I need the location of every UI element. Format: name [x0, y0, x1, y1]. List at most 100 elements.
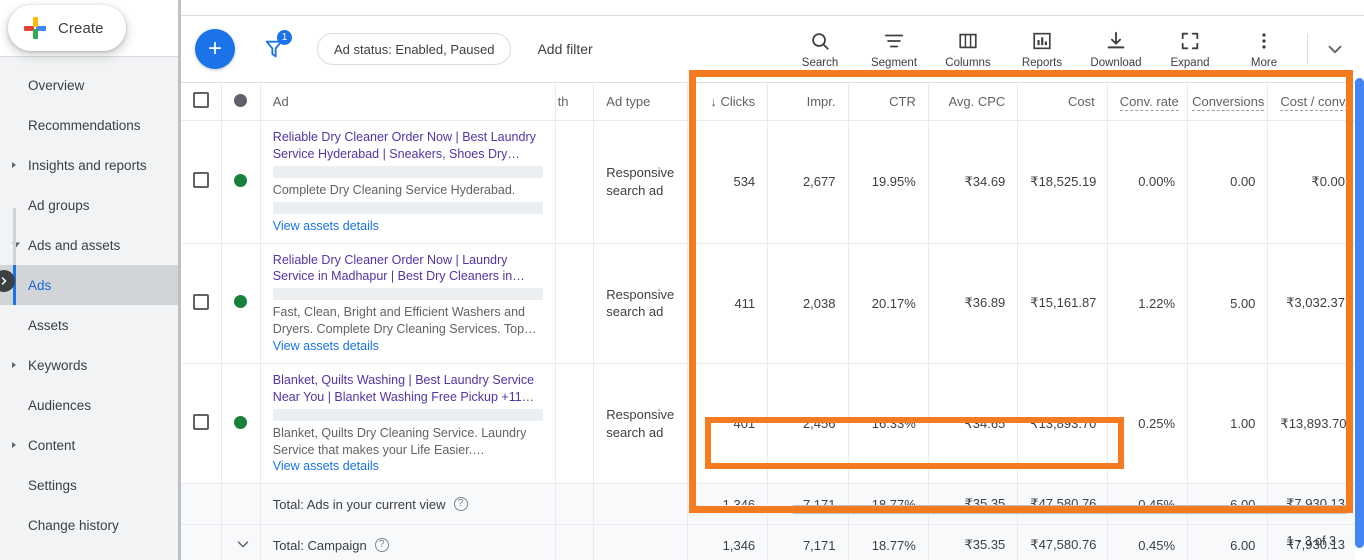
collapse-toolbar-button[interactable] [1314, 28, 1356, 70]
sidebar-item-ads-and-assets[interactable]: Ads and assets [0, 225, 181, 265]
ad-content-cell: Reliable Dry Cleaner Order Now | Laundry… [260, 243, 556, 364]
total-clicks-cell: 1,346 [687, 524, 769, 560]
avg-cpc-column-header[interactable]: Avg. CPC [928, 82, 1019, 121]
create-button[interactable]: Create [8, 5, 126, 51]
clicks-column-header[interactable]: ↓ Clicks [687, 82, 769, 121]
conversions-cell: 0.00 [1187, 120, 1269, 244]
table-row[interactable]: Blanket, Quilts Washing | Best Laundry S… [181, 363, 1358, 485]
chevron-down-icon[interactable] [234, 535, 252, 553]
add-filter-button[interactable]: Add filter [537, 41, 592, 57]
chevron-right-icon [1, 277, 7, 285]
impr-column-header[interactable]: Impr. [767, 82, 849, 121]
download-button[interactable]: Download [1079, 19, 1153, 79]
cost-label: Cost [1068, 94, 1095, 109]
ad-placeholder-bar [272, 288, 543, 301]
table-row[interactable]: Reliable Dry Cleaner Order Now | Best La… [181, 120, 1358, 244]
ad-column-label: Ad [272, 94, 289, 109]
row-checkbox[interactable] [193, 293, 210, 310]
cost-column-header[interactable]: Cost [1017, 82, 1108, 121]
sidebar-item-label: Content [28, 437, 76, 453]
clicks-label: Clicks [720, 94, 756, 109]
more-button[interactable]: More [1227, 19, 1301, 79]
reports-icon [1033, 32, 1051, 49]
select-all-header [181, 82, 223, 121]
columns-button[interactable]: Columns [931, 19, 1005, 79]
ads-table-area: Ad th Ad type ↓ Clicks Impr. CTR Avg. CP… [181, 82, 1364, 560]
download-icon [1107, 31, 1125, 48]
sidebar-nav: Overview Recommendations Insights and re… [0, 57, 181, 545]
chevron-right-icon [12, 442, 16, 448]
search-button[interactable]: Search [783, 19, 857, 79]
clicks-cell: 534 [687, 120, 769, 244]
ad-column-header[interactable]: Ad [260, 82, 556, 121]
total-ctr-cell: 18.77% [848, 524, 929, 560]
total-spacer-cell [555, 524, 595, 560]
sidebar-item-audiences[interactable]: Audiences [0, 385, 181, 425]
reports-button[interactable]: Reports [1005, 19, 1079, 79]
ad-strength-cell [555, 363, 595, 485]
view-assets-details-link[interactable]: View assets details [273, 458, 543, 475]
sort-desc-icon: ↓ [710, 94, 717, 109]
conv-rate-column-header[interactable]: Conv. rate [1107, 82, 1189, 121]
cost-per-conv-label: Cost / conv. [1280, 94, 1349, 111]
vertical-scrollbar-thumb[interactable] [1355, 78, 1364, 548]
ad-type-label: Ad type [606, 94, 651, 109]
ad-headline[interactable]: Reliable Dry Cleaner Order Now | Best La… [273, 129, 543, 163]
ad-headline[interactable]: Reliable Dry Cleaner Order Now | Laundry… [273, 252, 543, 286]
row-status-cell [221, 363, 261, 485]
ad-status-filter-chip[interactable]: Ad status: Enabled, Paused [317, 33, 512, 65]
ad-strength-cell [555, 243, 595, 364]
impr-label: Impr. [806, 94, 836, 109]
ctr-cell: 16.33% [848, 363, 929, 485]
cost-per-conv-cell: ₹3,032.37 [1267, 243, 1358, 364]
conversions-column-header[interactable]: Conversions [1187, 82, 1269, 121]
conv-rate-label: Conv. rate [1119, 94, 1179, 111]
select-all-checkbox[interactable] [193, 92, 210, 108]
ad-type-value: Responsive search ad [606, 407, 675, 440]
sidebar-item-insights-and-reports[interactable]: Insights and reports [0, 145, 181, 185]
help-icon[interactable]: ? [453, 497, 468, 512]
sidebar-item-ads[interactable]: Ads [0, 265, 181, 305]
ad-strength-column-header[interactable]: th [555, 82, 595, 121]
ctr-column-header[interactable]: CTR [848, 82, 929, 121]
chevron-right-icon [12, 162, 16, 168]
cost-per-conv-column-header[interactable]: Cost / conv. [1267, 82, 1358, 121]
filter-button[interactable]: 1 [257, 30, 292, 66]
sidebar-item-ad-groups[interactable]: Ad groups [0, 185, 181, 225]
row-select-cell [181, 363, 223, 485]
ad-headline[interactable]: Blanket, Quilts Washing | Best Laundry S… [273, 372, 543, 406]
sidebar-item-content[interactable]: Content [0, 425, 181, 465]
row-checkbox[interactable] [193, 172, 210, 189]
expand-button[interactable]: Expand [1153, 19, 1227, 79]
status-enabled-icon [234, 173, 248, 187]
cost-cell: ₹18,525.19 [1017, 120, 1108, 244]
total-label-text: Total: Campaign [272, 537, 367, 553]
total-conversions-cell: 6.00 [1187, 524, 1269, 560]
table-toolbar: + 1 Ad status: Enabled, Paused Add filte… [181, 16, 1364, 82]
ad-type-value: Responsive search ad [606, 286, 675, 320]
ctr-cell: 19.95% [848, 120, 929, 244]
sidebar-item-overview[interactable]: Overview [0, 65, 181, 105]
row-checkbox[interactable] [193, 414, 210, 431]
table-row[interactable]: Reliable Dry Cleaner Order Now | Laundry… [181, 243, 1358, 364]
row-select-cell [181, 120, 223, 244]
ad-type-column-header[interactable]: Ad type [593, 82, 688, 121]
view-assets-details-link[interactable]: View assets details [273, 338, 543, 355]
total-conv-rate-cell: 0.45% [1107, 524, 1189, 560]
clicks-cell: 411 [687, 243, 769, 364]
ad-content-cell: Blanket, Quilts Washing | Best Laundry S… [260, 363, 556, 485]
ad-description: Complete Dry Cleaning Service Hyderabad. [272, 182, 516, 197]
sidebar-item-keywords[interactable]: Keywords [0, 345, 181, 385]
sidebar-item-change-history[interactable]: Change history [0, 505, 181, 545]
help-icon[interactable]: ? [374, 538, 389, 553]
segment-button[interactable]: Segment [857, 19, 931, 79]
total-spacer-cell [181, 483, 223, 526]
total-impr-cell: 7,171 [767, 524, 849, 560]
horizontal-scrollbar-thumb[interactable] [790, 505, 1350, 514]
ad-type-cell: Responsive search ad [593, 243, 688, 364]
sidebar-item-settings[interactable]: Settings [0, 465, 181, 505]
sidebar-item-assets[interactable]: Assets [0, 305, 181, 345]
add-new-button[interactable]: + [195, 29, 235, 69]
view-assets-details-link[interactable]: View assets details [273, 218, 543, 235]
sidebar-item-recommendations[interactable]: Recommendations [0, 105, 181, 145]
